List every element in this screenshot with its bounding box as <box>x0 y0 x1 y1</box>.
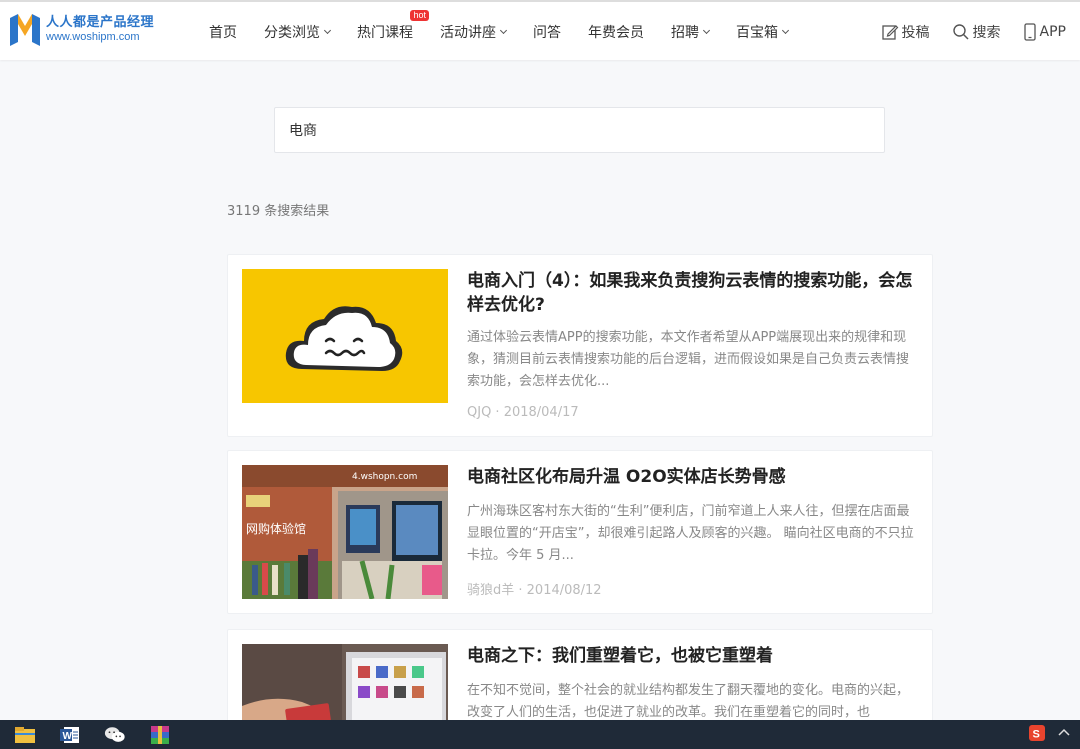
nav-jobs[interactable]: 招聘 <box>671 22 711 42</box>
site-logo[interactable]: 人人都是产品经理 www.woshipm.com <box>8 12 154 48</box>
search-icon <box>952 24 969 40</box>
result-meta: 骑狼d羊 · 2014/08/12 <box>467 583 602 598</box>
cloud-emoji-image <box>242 269 448 403</box>
chevron-down-icon <box>702 26 711 35</box>
app-label: APP <box>1039 24 1066 40</box>
result-card[interactable]: 电商入门（4）：如果我来负责搜狗云表情的搜索功能，会怎样去优化? 通过体验云表情… <box>227 254 933 437</box>
store-url-text: 4.wshopn.com <box>352 472 417 482</box>
submit-label: 投稿 <box>901 25 930 41</box>
result-description: 在不知不觉间，整个社会的就业结构都发生了翻天覆地的变化。电商的兴起，改变了人们的… <box>467 683 910 720</box>
word-app-icon[interactable]: W <box>59 725 81 745</box>
submit-article-button[interactable]: 投稿 <box>881 22 930 42</box>
hot-badge: hot <box>410 10 429 21</box>
chevron-down-icon <box>499 26 508 35</box>
nav-events-label: 活动讲座 <box>440 25 496 41</box>
chevron-down-icon <box>323 26 332 35</box>
os-taskbar: W S <box>0 720 1080 749</box>
nav-membership[interactable]: 年费会员 <box>588 22 644 42</box>
svg-text:S: S <box>1033 729 1040 741</box>
result-title[interactable]: 电商社区化布局升温 O2O实体店长势骨感 <box>467 465 917 489</box>
file-explorer-icon[interactable] <box>14 725 36 745</box>
edit-icon <box>881 25 898 40</box>
search-button[interactable]: 搜索 <box>952 22 1001 42</box>
wechat-app-icon[interactable] <box>104 725 126 745</box>
logo-m-icon <box>10 14 40 46</box>
result-title[interactable]: 电商入门（4）：如果我来负责搜狗云表情的搜索功能，会怎样去优化? <box>467 269 917 317</box>
nav-events[interactable]: 活动讲座 <box>440 22 508 42</box>
result-card[interactable]: 网购体验馆 4.wshopn.com 电商社区化布局升温 O2O实体店长势骨感 … <box>227 450 933 614</box>
result-thumbnail-cloud[interactable] <box>242 269 448 403</box>
chevron-down-icon <box>781 26 790 35</box>
svg-text:W: W <box>63 731 73 742</box>
nav-qa-label: 问答 <box>533 25 561 41</box>
nav-categories[interactable]: 分类浏览 <box>264 22 332 42</box>
result-description: 通过体验云表情APP的搜索功能，本文作者希望从APP端展现出来的规律和现象，猜测… <box>467 330 910 389</box>
nav-categories-label: 分类浏览 <box>264 25 320 41</box>
store-sign-text: 网购体验馆 <box>246 521 306 536</box>
nav-hot-courses[interactable]: 热门课程 hot <box>357 10 429 42</box>
logo-title: 人人都是产品经理 <box>46 15 155 30</box>
nav-hot-courses-label: 热门课程 <box>357 25 413 41</box>
app-download-button[interactable]: APP <box>1023 23 1066 41</box>
result-thumbnail-store[interactable]: 网购体验馆 4.wshopn.com <box>242 465 448 599</box>
nav-membership-label: 年费会员 <box>588 25 644 41</box>
nav-toolbox-label: 百宝箱 <box>736 25 778 41</box>
result-count: 3119 条搜索结果 <box>227 204 330 219</box>
result-meta: QJQ · 2018/04/17 <box>467 405 579 420</box>
mobile-phone-icon <box>1023 23 1036 41</box>
nav-jobs-label: 招聘 <box>671 25 699 41</box>
nav-home-label: 首页 <box>209 25 237 41</box>
store-photo-image: 网购体验馆 4.wshopn.com <box>242 465 448 599</box>
top-navigation-bar: 人人都是产品经理 www.woshipm.com 首页 分类浏览 热门课程 hot… <box>0 0 1080 60</box>
system-tray: S <box>1028 724 1072 742</box>
search-label: 搜索 <box>972 25 1001 41</box>
chevron-up-icon[interactable] <box>1056 725 1072 741</box>
nav-toolbox[interactable]: 百宝箱 <box>736 22 790 42</box>
header-tools: 投稿 搜索 APP <box>859 2 1066 62</box>
main-nav: 首页 分类浏览 热门课程 hot 活动讲座 问答 年费会员 招聘 百宝箱 <box>209 2 815 62</box>
nav-home[interactable]: 首页 <box>209 22 237 42</box>
logo-url: www.woshipm.com <box>46 31 140 43</box>
search-input[interactable] <box>289 122 870 138</box>
result-title[interactable]: 电商之下：我们重塑着它，也被它重塑着 <box>467 644 917 668</box>
nav-qa[interactable]: 问答 <box>533 22 561 42</box>
result-description: 广州海珠区客村东大街的“生利”便利店，门前窄道上人来人往，但摆在店面最显眼位置的… <box>467 504 914 563</box>
winrar-app-icon[interactable] <box>149 725 171 745</box>
sogou-input-icon[interactable]: S <box>1028 724 1046 742</box>
search-bar <box>274 107 885 153</box>
